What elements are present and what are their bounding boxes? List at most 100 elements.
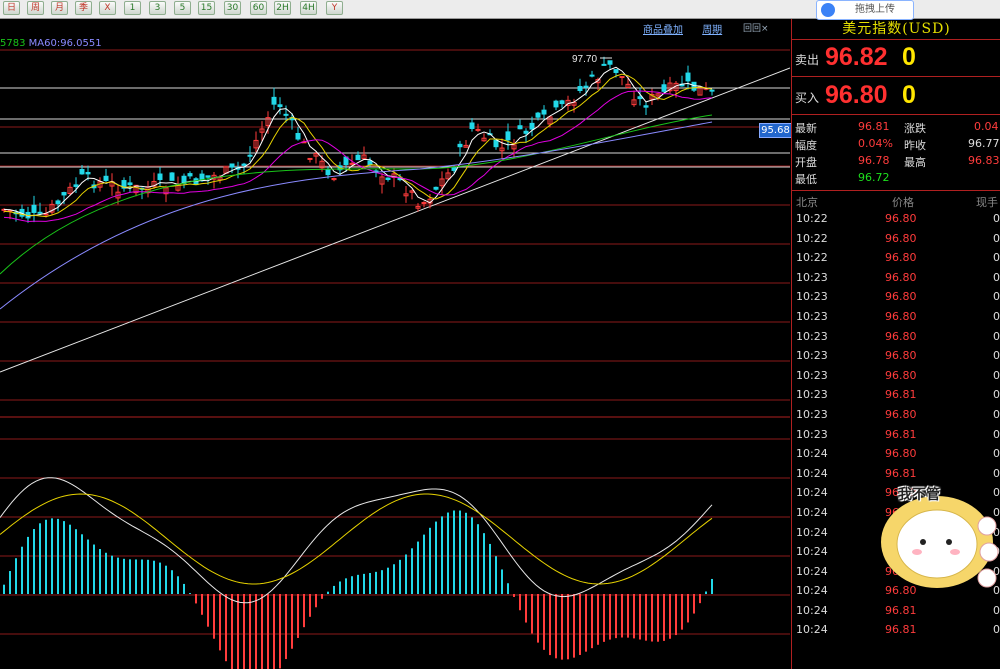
tick-price: 96.80: [885, 349, 917, 363]
candle-body: [37, 211, 43, 214]
candle-body: [583, 85, 589, 88]
sticker-caption: 我不管: [898, 487, 940, 503]
drag-upload-widget[interactable]: 拖拽上传: [816, 0, 914, 20]
period-button[interactable]: 1: [124, 1, 141, 15]
latest-label: 最新: [795, 122, 817, 135]
tick-row: 10:24 96.80 0: [792, 444, 1000, 464]
period-button[interactable]: 季: [75, 1, 92, 15]
candle-body: [661, 84, 667, 92]
tick-row: 10:24 96.81 0: [792, 464, 1000, 484]
tick-volume: 0: [993, 251, 1000, 265]
tick-price: 96.81: [885, 466, 917, 480]
candle-body: [553, 100, 559, 108]
high-label: 最高: [904, 156, 926, 169]
tick-price: 96.81: [885, 427, 917, 441]
candle-body: [451, 167, 457, 171]
tick-volume: 0: [993, 349, 1000, 363]
tick-row: 10:22 96.80 0: [792, 209, 1000, 229]
tick-row: 10:23 96.81 0: [792, 425, 1000, 445]
crosshair-price-tag: 95.68: [759, 123, 792, 138]
tick-row: 10:23 96.81 0: [792, 385, 1000, 405]
ma-line: [3, 73, 713, 218]
tick-time: 10:23: [796, 388, 828, 402]
tick-volume: 0: [993, 427, 1000, 441]
candle-body: [505, 131, 511, 141]
tick-time: 10:24: [796, 466, 828, 480]
ma-legend-a: 5783: [0, 38, 26, 49]
period-button[interactable]: 30: [224, 1, 241, 15]
period-button[interactable]: 4H: [300, 1, 317, 15]
candle-body: [637, 96, 643, 100]
candle-body: [61, 192, 67, 196]
candle-body: [685, 72, 691, 82]
tick-time: 10:23: [796, 407, 828, 421]
candle-body: [187, 173, 193, 177]
candle-body: [85, 171, 91, 175]
period-button[interactable]: 月: [51, 1, 68, 15]
candle-body: [31, 204, 37, 213]
candle-body: [475, 128, 481, 131]
candle-body: [493, 139, 499, 148]
period-button[interactable]: 周: [27, 1, 44, 15]
tick-time: 10:24: [796, 447, 828, 461]
prev-close-value: 96.77: [968, 137, 1000, 150]
candle-body: [619, 76, 625, 79]
ma-legend: 5783 MA60:96.0551: [0, 38, 102, 49]
tick-volume: 0: [993, 407, 1000, 421]
candle-body: [433, 186, 439, 190]
period-button[interactable]: Y: [326, 1, 343, 15]
sell-label: 卖出: [795, 53, 820, 67]
low-value: 96.72: [858, 171, 890, 184]
tick-volume: 0: [993, 388, 1000, 402]
tick-price: 96.81: [885, 623, 917, 637]
candle-body: [295, 132, 301, 140]
candle-body: [241, 163, 247, 166]
candle-body: [79, 168, 85, 175]
tick-price: 96.81: [885, 603, 917, 617]
candle-body: [517, 125, 523, 130]
tick-row: 10:24 96.81 0: [792, 620, 1000, 640]
period-button[interactable]: 2H: [274, 1, 291, 15]
instrument-title: 美元指数(USD): [792, 19, 1000, 40]
prev-close-label: 昨收: [904, 139, 926, 152]
tick-row: 10:22 96.80 0: [792, 229, 1000, 249]
tick-price: 96.80: [885, 212, 917, 225]
period-button[interactable]: 60: [250, 1, 267, 15]
candle-body: [349, 162, 355, 165]
tick-volume: 0: [993, 368, 1000, 382]
tick-header: 北京 价格 现手: [792, 192, 1000, 209]
candle-body: [355, 154, 361, 161]
candle-body: [589, 74, 595, 77]
candle-body: [601, 63, 607, 66]
candle-body: [691, 81, 697, 91]
candle-body: [577, 86, 583, 92]
period-button[interactable]: 3: [149, 1, 166, 15]
period-link[interactable]: 周期: [702, 25, 722, 36]
period-button[interactable]: 15: [198, 1, 215, 15]
candle-body: [709, 89, 715, 92]
tick-price: 96.80: [885, 407, 917, 421]
candle-body: [607, 60, 613, 65]
tick-price: 96.80: [885, 270, 917, 284]
candle-body: [169, 172, 175, 181]
tick-time: 10:23: [796, 427, 828, 441]
candle-body: [229, 163, 235, 168]
kline-chart[interactable]: 97.70: [0, 19, 790, 669]
tick-row: 10:23 96.80 0: [792, 268, 1000, 288]
tick-volume: 0: [993, 603, 1000, 617]
candle-body: [307, 157, 313, 160]
tick-price: 96.80: [885, 290, 917, 304]
candle-body: [157, 173, 163, 181]
window-controls[interactable]: 回回×: [743, 21, 769, 34]
period-button[interactable]: 5: [174, 1, 191, 15]
tick-price: 96.80: [885, 447, 917, 461]
tick-volume: 0: [993, 447, 1000, 461]
period-button[interactable]: X: [99, 1, 116, 15]
tick-time: 10:23: [796, 368, 828, 382]
period-button[interactable]: 日: [3, 1, 20, 15]
tick-volume: 0: [993, 231, 1000, 245]
buy-row: 买入 96.80 0: [792, 78, 1000, 115]
low-label: 最低: [795, 173, 817, 186]
overlay-commodity-link[interactable]: 商品叠加: [643, 25, 683, 36]
tick-time: 10:24: [796, 564, 828, 578]
